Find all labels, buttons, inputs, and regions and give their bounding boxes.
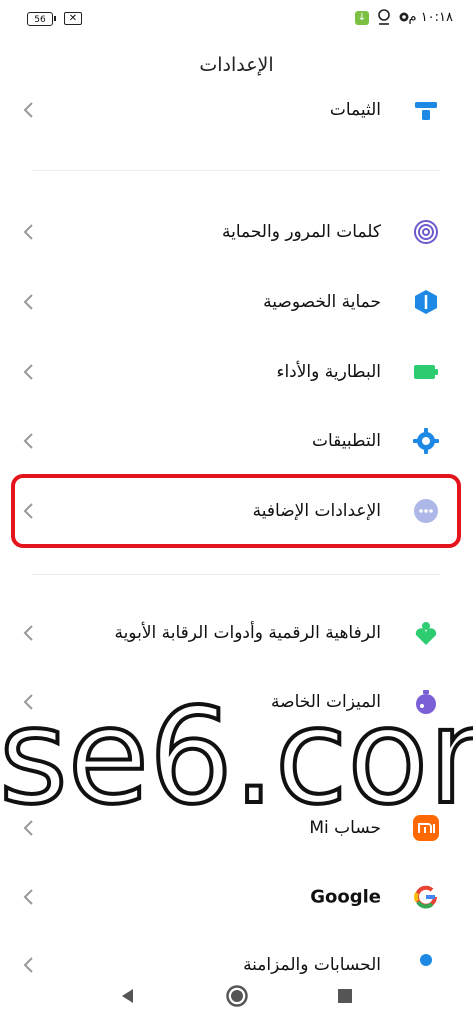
settings-item-label: كلمات المرور والحماية — [221, 222, 381, 242]
divider — [32, 170, 441, 171]
settings-item-label: الثيمات — [329, 100, 381, 120]
divider — [32, 574, 441, 575]
highlight-box — [11, 474, 461, 548]
recents-icon[interactable] — [336, 987, 354, 1005]
settings-item-google[interactable]: Google — [0, 867, 473, 927]
battery-icon — [414, 365, 438, 379]
privacy-shield-icon — [415, 290, 437, 314]
chevron-left-icon — [23, 294, 33, 310]
settings-item-passwords-security[interactable]: كلمات المرور والحماية — [0, 202, 473, 262]
chevron-left-icon — [23, 364, 33, 380]
fingerprint-icon — [414, 220, 438, 244]
wellbeing-icon — [415, 622, 437, 645]
settings-item-apps[interactable]: التطبيقات — [0, 411, 473, 471]
watermark-text: bse6.com — [0, 680, 473, 832]
settings-item-digital-wellbeing[interactable]: الرفاهية الرقمية وأدوات الرقابة الأبوية — [0, 603, 473, 663]
settings-item-label: حماية الخصوصية — [263, 292, 381, 312]
navigation-bar — [0, 970, 473, 1024]
location-icon — [378, 9, 390, 25]
settings-item-label: التطبيقات — [311, 431, 381, 451]
no-sim-icon: ✕ — [64, 12, 82, 25]
page-title: الإعدادات — [199, 54, 274, 76]
chevron-left-icon — [23, 625, 33, 641]
chevron-left-icon — [23, 102, 33, 118]
back-icon[interactable] — [118, 986, 138, 1006]
settings-item-label: الرفاهية الرقمية وأدوات الرقابة الأبوية — [114, 623, 381, 643]
settings-item-label: البطارية والأداء — [276, 362, 381, 382]
apps-gear-icon — [413, 428, 439, 454]
google-logo-icon — [414, 885, 437, 909]
themes-icon — [415, 102, 437, 120]
download-notification-icon: ↓ — [355, 11, 369, 25]
settings-item-battery[interactable]: البطارية والأداء — [0, 342, 473, 402]
chevron-left-icon — [23, 889, 33, 905]
chevron-left-icon — [23, 433, 33, 449]
clock: ١٠:١٨ م — [408, 10, 454, 25]
status-bar: 56 ✕ ↓ ١٠:١٨ م — [0, 0, 473, 40]
home-icon[interactable] — [225, 984, 249, 1008]
battery-indicator: 56 — [27, 12, 56, 26]
chevron-left-icon — [23, 224, 33, 240]
watermark: bse6.com — [0, 678, 473, 832]
settings-item-label: Google — [310, 886, 381, 908]
settings-item-themes[interactable]: الثيمات — [0, 80, 473, 140]
settings-item-privacy[interactable]: حماية الخصوصية — [0, 272, 473, 332]
